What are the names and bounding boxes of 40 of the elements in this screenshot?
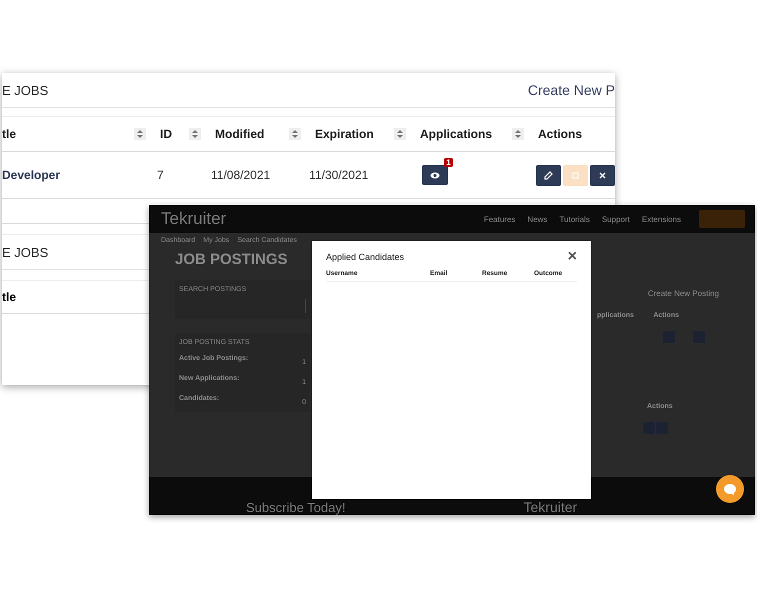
column-header: tle — [2, 127, 16, 141]
nav-link[interactable]: Tutorials — [559, 214, 590, 224]
sort-icon[interactable] — [189, 128, 201, 140]
square-icon — [572, 172, 579, 178]
sort-icon[interactable] — [134, 128, 146, 140]
column-header: Expiration — [315, 127, 374, 141]
count-badge: 1 — [444, 158, 453, 167]
column-header: ID — [160, 127, 172, 141]
job-title[interactable]: Developer — [2, 168, 149, 182]
section-title: E JOBS — [2, 82, 48, 98]
close-button[interactable]: × — [568, 250, 577, 264]
footer-logo: Tekruiter — [524, 500, 578, 515]
logo: Tekruiter — [161, 209, 226, 229]
nav-link[interactable]: Features — [484, 214, 516, 224]
column-header: tle — [2, 290, 16, 304]
sort-icon[interactable] — [512, 128, 524, 140]
column-header: Applications — [420, 127, 492, 141]
sort-icon[interactable] — [394, 128, 406, 140]
eye-icon — [430, 172, 440, 178]
view-button[interactable] — [422, 165, 448, 185]
edit-button[interactable] — [536, 164, 561, 186]
create-link[interactable]: Create New Posting — [648, 289, 719, 298]
chat-icon — [723, 482, 737, 496]
delete-button[interactable] — [590, 164, 615, 186]
nav-link[interactable]: Extensions — [642, 214, 681, 224]
nav-link[interactable]: News — [527, 214, 548, 224]
sort-icon[interactable] — [289, 128, 301, 140]
create-link[interactable]: Create New P — [528, 82, 615, 98]
table-cell-text: 11/30/2021 — [308, 168, 370, 182]
section-title: E JOBS — [2, 244, 48, 260]
footer-heading: Subscribe Today! — [246, 500, 346, 515]
table-cell-text: 11/08/2021 — [210, 168, 272, 182]
modal-title: Applied Candidates — [326, 252, 404, 262]
edit-icon — [544, 170, 553, 180]
table-cell-text: 7 — [156, 168, 165, 182]
close-icon — [598, 172, 606, 178]
page-heading: JOB POSTINGS — [175, 251, 289, 268]
column-header: Actions — [538, 127, 582, 141]
column-header: Modified — [215, 127, 264, 141]
nav-link[interactable]: Support — [602, 214, 630, 224]
